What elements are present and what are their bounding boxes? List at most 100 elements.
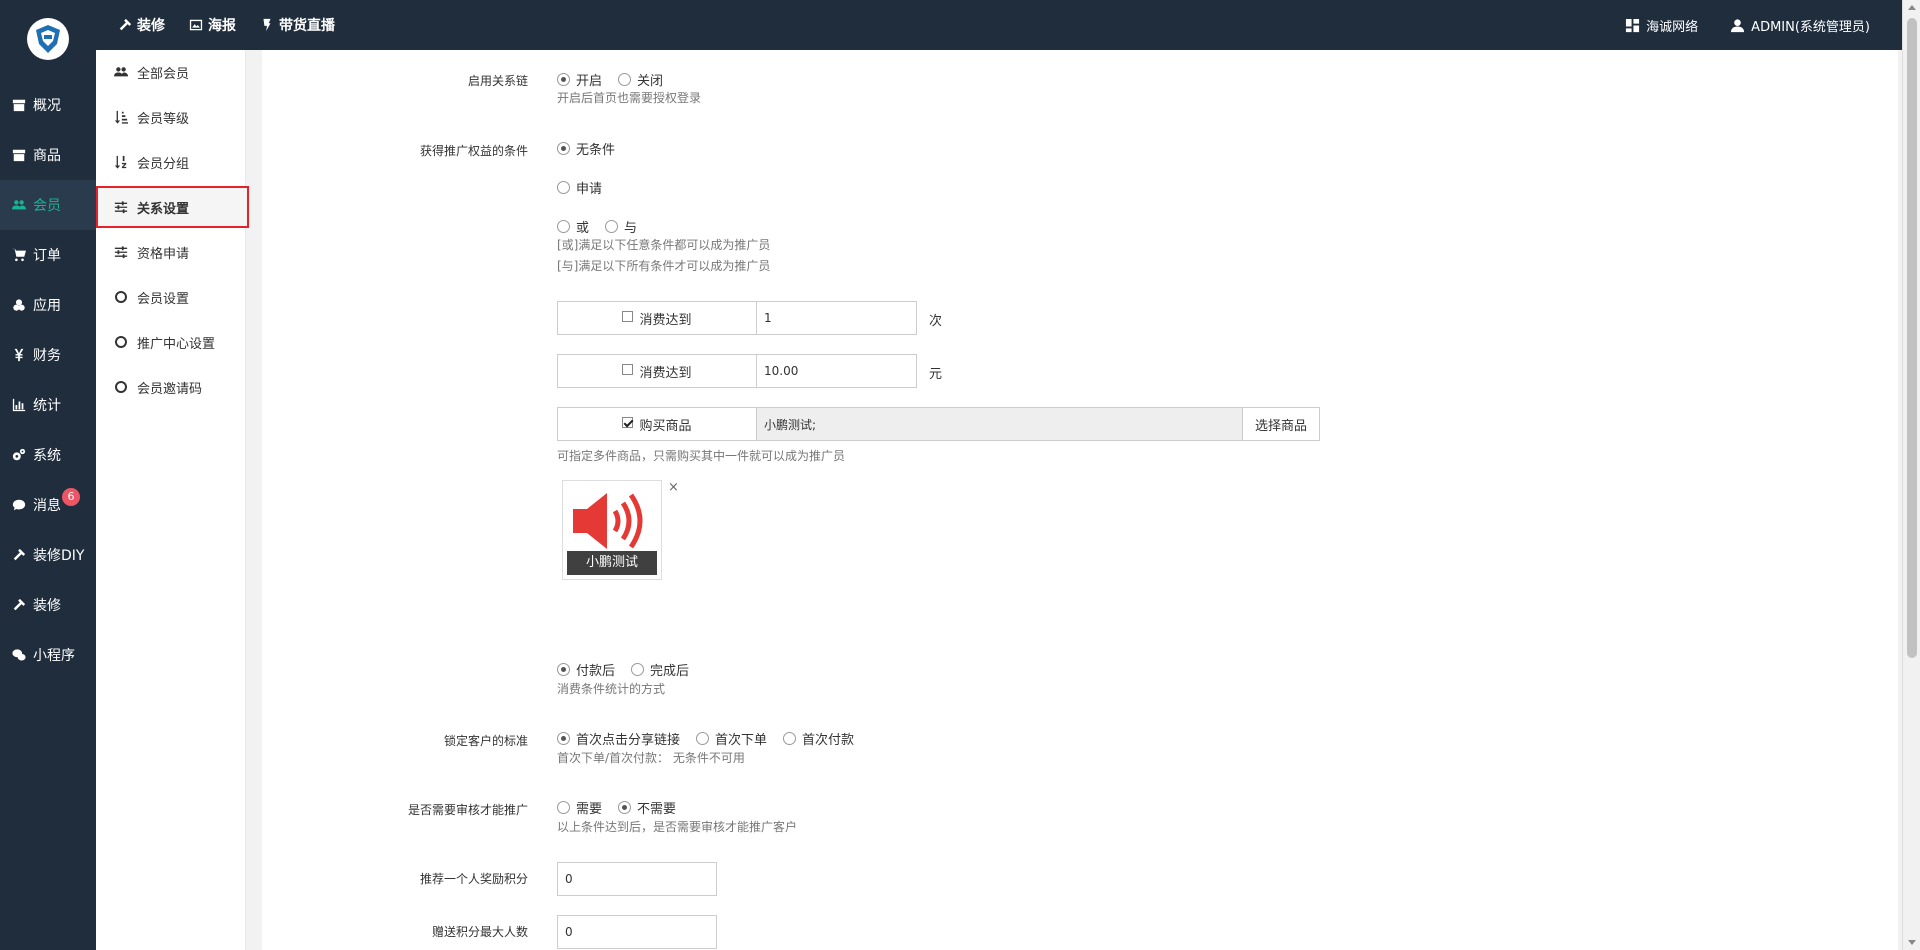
circle-icon [115, 381, 127, 393]
top-right: 海诚网络 ADMIN(系统管理员) [1625, 0, 1870, 50]
main-sidebar: 概况 商品 会员 订单 应用 财务 统计 系统 消息 6 装修DIY 装修 小程… [0, 0, 96, 950]
speaker-icon [573, 493, 643, 549]
radio-first-order[interactable] [696, 732, 710, 745]
radio-relation-on[interactable] [557, 73, 570, 86]
checkbox-buy-goods[interactable] [622, 416, 634, 428]
consume-amount-unit: 元 [929, 367, 943, 382]
logo [27, 18, 69, 60]
circle-icon [115, 336, 127, 348]
radio-audit-yes[interactable] [557, 801, 570, 814]
select-goods-button[interactable]: 选择商品 [1243, 407, 1321, 441]
radio-first-click[interactable] [557, 732, 570, 745]
scroll-thumb[interactable] [1907, 18, 1917, 658]
radio-condition-and[interactable] [605, 220, 619, 233]
gears-icon [12, 448, 26, 461]
highlight-relation-settings [96, 186, 249, 228]
hammer-icon [119, 18, 132, 31]
scroll-down-arrow[interactable] [1908, 940, 1916, 945]
consume-times-input[interactable]: 1 [757, 301, 917, 335]
subnav-member-groups[interactable]: 会员分组 [96, 142, 246, 182]
member-subnav: 全部会员 会员等级 会员分组 关系设置 资格申请 会员设置 推广中心设置 会员邀… [96, 50, 246, 950]
radio-after-pay[interactable] [557, 663, 570, 676]
sidebar-item-finance[interactable]: 财务 [0, 330, 96, 380]
top-bar: 装修 海报 带货直播 海诚网络 ADMIN(系统管理员) [0, 0, 1902, 50]
checkbox-consume-amount[interactable] [622, 363, 634, 375]
sidebar-item-diy[interactable]: 装修DIY [0, 530, 96, 580]
user-icon [1731, 18, 1745, 32]
radio-audit-no[interactable] [618, 801, 632, 814]
image-icon [189, 19, 203, 31]
page-scrollbar[interactable] [1902, 0, 1920, 950]
sort-asc-icon [114, 110, 128, 124]
topnav-live[interactable]: 带货直播 [260, 15, 335, 35]
radio-condition-none[interactable] [557, 142, 570, 155]
sidebar-item-system[interactable]: 系统 [0, 430, 96, 480]
sidebar-item-apps[interactable]: 应用 [0, 280, 96, 330]
company-link[interactable]: 海诚网络 [1625, 16, 1698, 35]
radio-condition-apply[interactable] [557, 181, 570, 194]
cart-icon [12, 248, 26, 262]
yen-icon [14, 348, 24, 362]
scroll-up-arrow[interactable] [1908, 5, 1916, 10]
label-max-people: 赠送积分最大人数 [431, 925, 528, 939]
help-buy-goods: 可指定多件商品，只需购买其中一件就可以成为推广员 [557, 449, 846, 463]
reward-points-input[interactable]: 0 [557, 862, 717, 896]
consume-amount-input[interactable]: 10.00 [757, 354, 917, 388]
topnav-decorate[interactable]: 装修 [118, 15, 165, 35]
box-icon [12, 149, 26, 162]
users-icon [114, 67, 128, 77]
radio-condition-or[interactable] [557, 220, 570, 233]
sidebar-item-stats[interactable]: 统计 [0, 380, 96, 430]
consume-times-group: 消费达到 1 [557, 301, 917, 335]
buy-goods-input[interactable]: 小鹏测试; [757, 407, 1243, 441]
label-relation-chain: 启用关系链 [467, 74, 528, 88]
live-icon [263, 18, 271, 32]
consume-amount-addon: 消费达到 [557, 354, 757, 388]
sidebar-item-miniprogram[interactable]: 小程序 [0, 630, 96, 680]
relation-chain-radios: 开启 关闭 [557, 70, 673, 89]
topnav-poster[interactable]: 海报 [189, 15, 236, 35]
sliders-icon [114, 246, 128, 259]
subnav-promo-center[interactable]: 推广中心设置 [96, 322, 246, 362]
buy-goods-addon: 购买商品 [557, 407, 757, 441]
consume-amount-group: 消费达到 10.00 [557, 354, 917, 388]
subnav-qualification[interactable]: 资格申请 [96, 232, 246, 272]
radio-relation-off[interactable] [618, 73, 632, 86]
stat-method-radios: 付款后 完成后 [557, 660, 689, 679]
help-condition-and: [与]满足以下所有条件才可以成为推广员 [557, 259, 771, 273]
help-stat-method: 消费条件统计的方式 [557, 682, 666, 696]
sidebar-item-overview[interactable]: 概况 [0, 80, 96, 130]
subnav-invite-code[interactable]: 会员邀请码 [96, 367, 246, 407]
label-need-audit: 是否需要审核才能推广 [407, 803, 528, 817]
checkbox-consume-times[interactable] [622, 310, 634, 322]
help-condition-or: [或]满足以下任意条件都可以成为推广员 [557, 238, 771, 252]
message-count-badge: 6 [62, 488, 80, 506]
grid-icon [1626, 18, 1640, 32]
sidebar-item-messages[interactable]: 消息 6 [0, 480, 96, 530]
subnav-member-settings[interactable]: 会员设置 [96, 277, 246, 317]
label-condition: 获得推广权益的条件 [419, 144, 528, 158]
goods-caption: 小鹏测试 [567, 551, 657, 575]
user-menu[interactable]: ADMIN(系统管理员) [1730, 16, 1870, 35]
subnav-all-members[interactable]: 全部会员 [96, 52, 246, 92]
archive-icon [12, 99, 26, 112]
sidebar-item-members[interactable]: 会员 [0, 180, 96, 230]
hammer-icon [13, 548, 26, 561]
sidebar-item-decorate[interactable]: 装修 [0, 580, 96, 630]
condition-apply-row: 申请 [557, 178, 602, 197]
sidebar-item-orders[interactable]: 订单 [0, 230, 96, 280]
subnav-member-levels[interactable]: 会员等级 [96, 97, 246, 137]
consume-times-unit: 次 [929, 314, 943, 329]
remove-goods-icon[interactable]: × [668, 480, 679, 495]
buy-goods-group: 购买商品 小鹏测试; 选择商品 [557, 407, 1321, 441]
chat-icon [12, 499, 26, 511]
goods-thumbnail: 小鹏测试 [562, 480, 662, 580]
radio-after-finish[interactable] [631, 663, 645, 676]
sidebar-item-goods[interactable]: 商品 [0, 130, 96, 180]
max-people-input[interactable]: 0 [557, 915, 717, 949]
help-lock-standard: 首次下单/首次付款： 无条件不可用 [557, 751, 745, 765]
radio-first-pay[interactable] [783, 732, 797, 745]
consume-times-addon: 消费达到 [557, 301, 757, 335]
top-nav: 装修 海报 带货直播 [118, 0, 335, 50]
circle-icon [115, 291, 127, 303]
